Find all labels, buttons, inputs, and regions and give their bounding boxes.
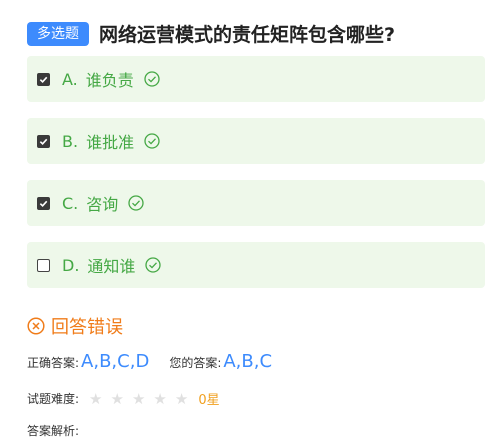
difficulty-stars: ★ ★ ★ ★ ★: [89, 390, 196, 408]
option-d[interactable]: D. 通知谁: [27, 242, 485, 288]
answer-result: 回答错误: [27, 313, 123, 339]
option-c-checkbox[interactable]: [37, 196, 50, 210]
correct-check-icon: [145, 257, 162, 273]
result-text: 回答错误: [51, 317, 123, 338]
option-b-checkbox[interactable]: [37, 134, 50, 148]
correct-check-icon: [144, 71, 160, 87]
star-icon: ★: [174, 389, 189, 408]
option-b[interactable]: B. 谁批准: [27, 118, 485, 164]
option-letter: B.: [62, 131, 79, 151]
my-answer-label: 您的答案:: [169, 356, 222, 370]
answer-row: 正确答案: A,B,C,D 您的答案: A,B,C: [27, 351, 272, 372]
answer-analysis: 答案解析:: [27, 422, 79, 439]
circle-x-icon: [27, 317, 45, 335]
star-icon: ★: [110, 389, 124, 408]
question-title: 网络运营模式的责任矩阵包含哪些?: [99, 24, 396, 46]
my-answer-value: A,B,C: [223, 351, 273, 372]
correct-check-icon: [128, 195, 144, 211]
correct-check-icon: [144, 133, 160, 149]
option-letter: D.: [62, 255, 80, 275]
option-text: 谁批准: [86, 133, 135, 152]
question-type-badge: 多选题: [27, 21, 89, 46]
option-letter: C.: [62, 193, 79, 213]
star-icon: ★: [89, 389, 103, 408]
option-c[interactable]: C. 咨询: [27, 180, 485, 226]
option-text: 咨询: [86, 195, 119, 214]
option-a[interactable]: A. 谁负责: [27, 56, 485, 102]
difficulty-row: 试题难度: ★ ★ ★ ★ ★ 0星: [27, 389, 220, 409]
option-text: 谁负责: [85, 71, 134, 90]
question-header: 多选题 网络运营模式的责任矩阵包含哪些?: [27, 20, 395, 47]
correct-answer-value: A,B,C,D: [81, 351, 150, 372]
difficulty-value: 0星: [198, 393, 220, 408]
star-icon: ★: [131, 389, 146, 408]
option-a-checkbox[interactable]: [37, 72, 50, 86]
difficulty-label: 试题难度:: [27, 392, 80, 406]
star-icon: ★: [153, 389, 167, 408]
option-d-checkbox[interactable]: [37, 258, 50, 272]
analysis-label: 答案解析:: [27, 424, 80, 438]
correct-answer-label: 正确答案:: [27, 356, 80, 370]
option-text: 通知谁: [87, 257, 136, 276]
option-letter: A.: [62, 69, 78, 89]
